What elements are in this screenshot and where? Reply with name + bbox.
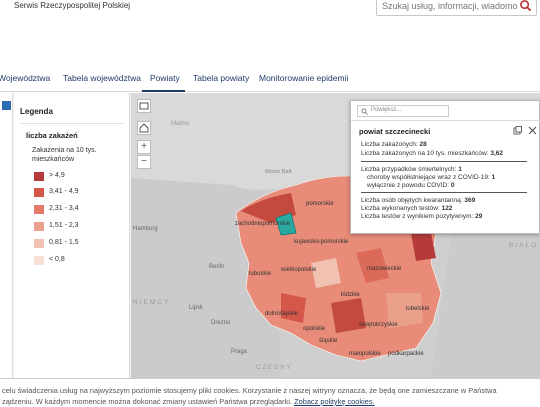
legend-title: Legenda — [20, 107, 53, 116]
popup-separator — [361, 161, 527, 162]
dock-icon[interactable] — [513, 126, 522, 135]
popup-stat-line: wyłącznie z powodu COVID: 0 — [367, 182, 455, 189]
cookie-text-line2: ządzeniu. W każdym momencie można dokona… — [2, 397, 293, 406]
city-label: Hamburg — [133, 226, 158, 232]
city-label: Berlin — [209, 264, 224, 270]
legend-swatch — [34, 239, 44, 248]
cookie-bar: celu świadczenia usług na najwyższym poz… — [0, 378, 540, 407]
legend-swatch — [34, 172, 44, 181]
tab-powiaty[interactable]: Powiaty — [150, 73, 180, 83]
home-icon — [139, 123, 149, 133]
country-label: BIAŁO — [509, 242, 538, 249]
region-shade — [311, 258, 341, 288]
legend-label: 2,31 - 3,4 — [49, 205, 79, 212]
voivodeship-label: lubuskie — [249, 271, 272, 277]
zoom-out-button[interactable]: − — [137, 155, 151, 169]
region-shade — [281, 293, 306, 323]
popup-stat-line: Liczba zakażonych na 10 tys. mieszkańców… — [361, 150, 504, 157]
left-toolbar — [0, 93, 13, 378]
popup-stat-line: Liczba osób objętych kwarantanną: 369 — [361, 197, 476, 204]
legend-description: Zakażenia na 10 tys. mieszkańców — [32, 147, 97, 163]
cookie-text-line1: celu świadczenia usług na najwyższym poz… — [2, 386, 497, 395]
voivodeship-label: małopolskie — [349, 351, 381, 357]
list-icon[interactable] — [2, 101, 11, 110]
legend-label: > 4,9 — [49, 172, 65, 179]
tab-wojewodztwa[interactable]: Województwa — [0, 73, 50, 83]
legend-swatch — [34, 256, 44, 265]
tab-tabela-wojewodztwa[interactable]: Tabela województwa — [63, 73, 141, 83]
voivodeship-label: śląskie — [319, 338, 338, 344]
country-label: CZECHY — [256, 365, 293, 371]
city-label: Malmo — [171, 121, 190, 127]
info-popup: Powiększ... powiat szczecinecki Liczba z… — [350, 100, 540, 234]
search-input[interactable] — [382, 0, 518, 12]
legend-label: < 0,8 — [49, 256, 65, 263]
home-button[interactable] — [137, 121, 151, 135]
popup-search-box[interactable]: Powiększ... — [357, 105, 449, 117]
popup-title: powiat szczecinecki — [359, 127, 431, 136]
active-tab-indicator — [142, 90, 185, 92]
city-label: Lipsk — [189, 305, 204, 311]
popup-search-placeholder[interactable]: Powiększ... — [371, 107, 401, 113]
basemap-button[interactable] — [137, 99, 151, 113]
cookie-policy-link[interactable]: Zobacz politykę cookies. — [294, 397, 375, 406]
search-icon[interactable] — [519, 0, 532, 12]
popup-stat-line: Liczba przypadków śmiertelnych: 1 — [361, 166, 462, 173]
search-icon — [361, 108, 368, 115]
city-label: Praga — [231, 349, 248, 355]
voivodeship-label: podkarpackie — [388, 351, 424, 357]
voivodeship-label: lubelskie — [406, 306, 430, 312]
legend-label: 3,41 - 4,9 — [49, 188, 79, 195]
legend-panel: Legenda liczba zakażeń Zakażenia na 10 t… — [14, 93, 130, 378]
popup-stat-line: Liczba wykonanych testów: 122 — [361, 205, 453, 212]
legend-label: 0,81 - 1,5 — [49, 239, 79, 246]
legend-divider — [20, 123, 124, 124]
zoom-in-button[interactable]: + — [137, 140, 151, 154]
voivodeship-label: dolnośląskie — [265, 311, 299, 317]
search-box[interactable] — [376, 0, 537, 16]
voivodeship-label: wielkopolskie — [280, 267, 317, 273]
tab-tabela-powiaty[interactable]: Tabela powiaty — [193, 73, 249, 83]
voivodeship-label: łódzkie — [341, 292, 360, 298]
voivodeship-label: zachodniopomorskie — [235, 221, 291, 227]
legend-swatch — [34, 205, 44, 214]
voivodeship-label: świętokrzyskie — [359, 322, 398, 328]
legend-swatch — [34, 222, 44, 231]
legend-label: 1,51 - 2,3 — [49, 222, 79, 229]
basemap-icon — [139, 102, 149, 110]
voivodeship-label: mazowieckie — [367, 266, 402, 272]
tab-bar: Województwa Tabela województwa Powiaty T… — [0, 68, 540, 92]
legend-subtitle: liczba zakażeń — [26, 131, 78, 140]
cookie-text: celu świadczenia usług na najwyższym poz… — [2, 385, 536, 407]
service-name[interactable]: Serwis Rzeczypospolitej Polskiej — [14, 1, 130, 10]
close-icon[interactable] — [528, 126, 537, 135]
popup-divider — [351, 120, 540, 121]
country-label: NIEMCY — [133, 299, 170, 306]
site-header: Serwis Rzeczypospolitej Polskiej — [0, 0, 540, 22]
voivodeship-label: pomorskie — [306, 201, 334, 207]
popup-stat-line: Liczba testów z wynikiem pozytywnym: 29 — [361, 213, 483, 220]
voivodeship-label: kujawsko-pomorskie — [294, 239, 349, 245]
popup-separator — [361, 192, 527, 193]
popup-stat-line: Liczba zakażonych: 28 — [361, 141, 427, 148]
popup-stat-line: choroby współistniejące wraz z COVID-19:… — [367, 174, 496, 181]
city-label: Drezno — [211, 320, 231, 326]
tab-monitorowanie-epidemii[interactable]: Monitorowanie epidemii — [259, 73, 348, 83]
legend-swatch — [34, 188, 44, 197]
sea-label: Morze Bałt. — [265, 169, 293, 175]
voivodeship-label: opolskie — [303, 326, 326, 332]
